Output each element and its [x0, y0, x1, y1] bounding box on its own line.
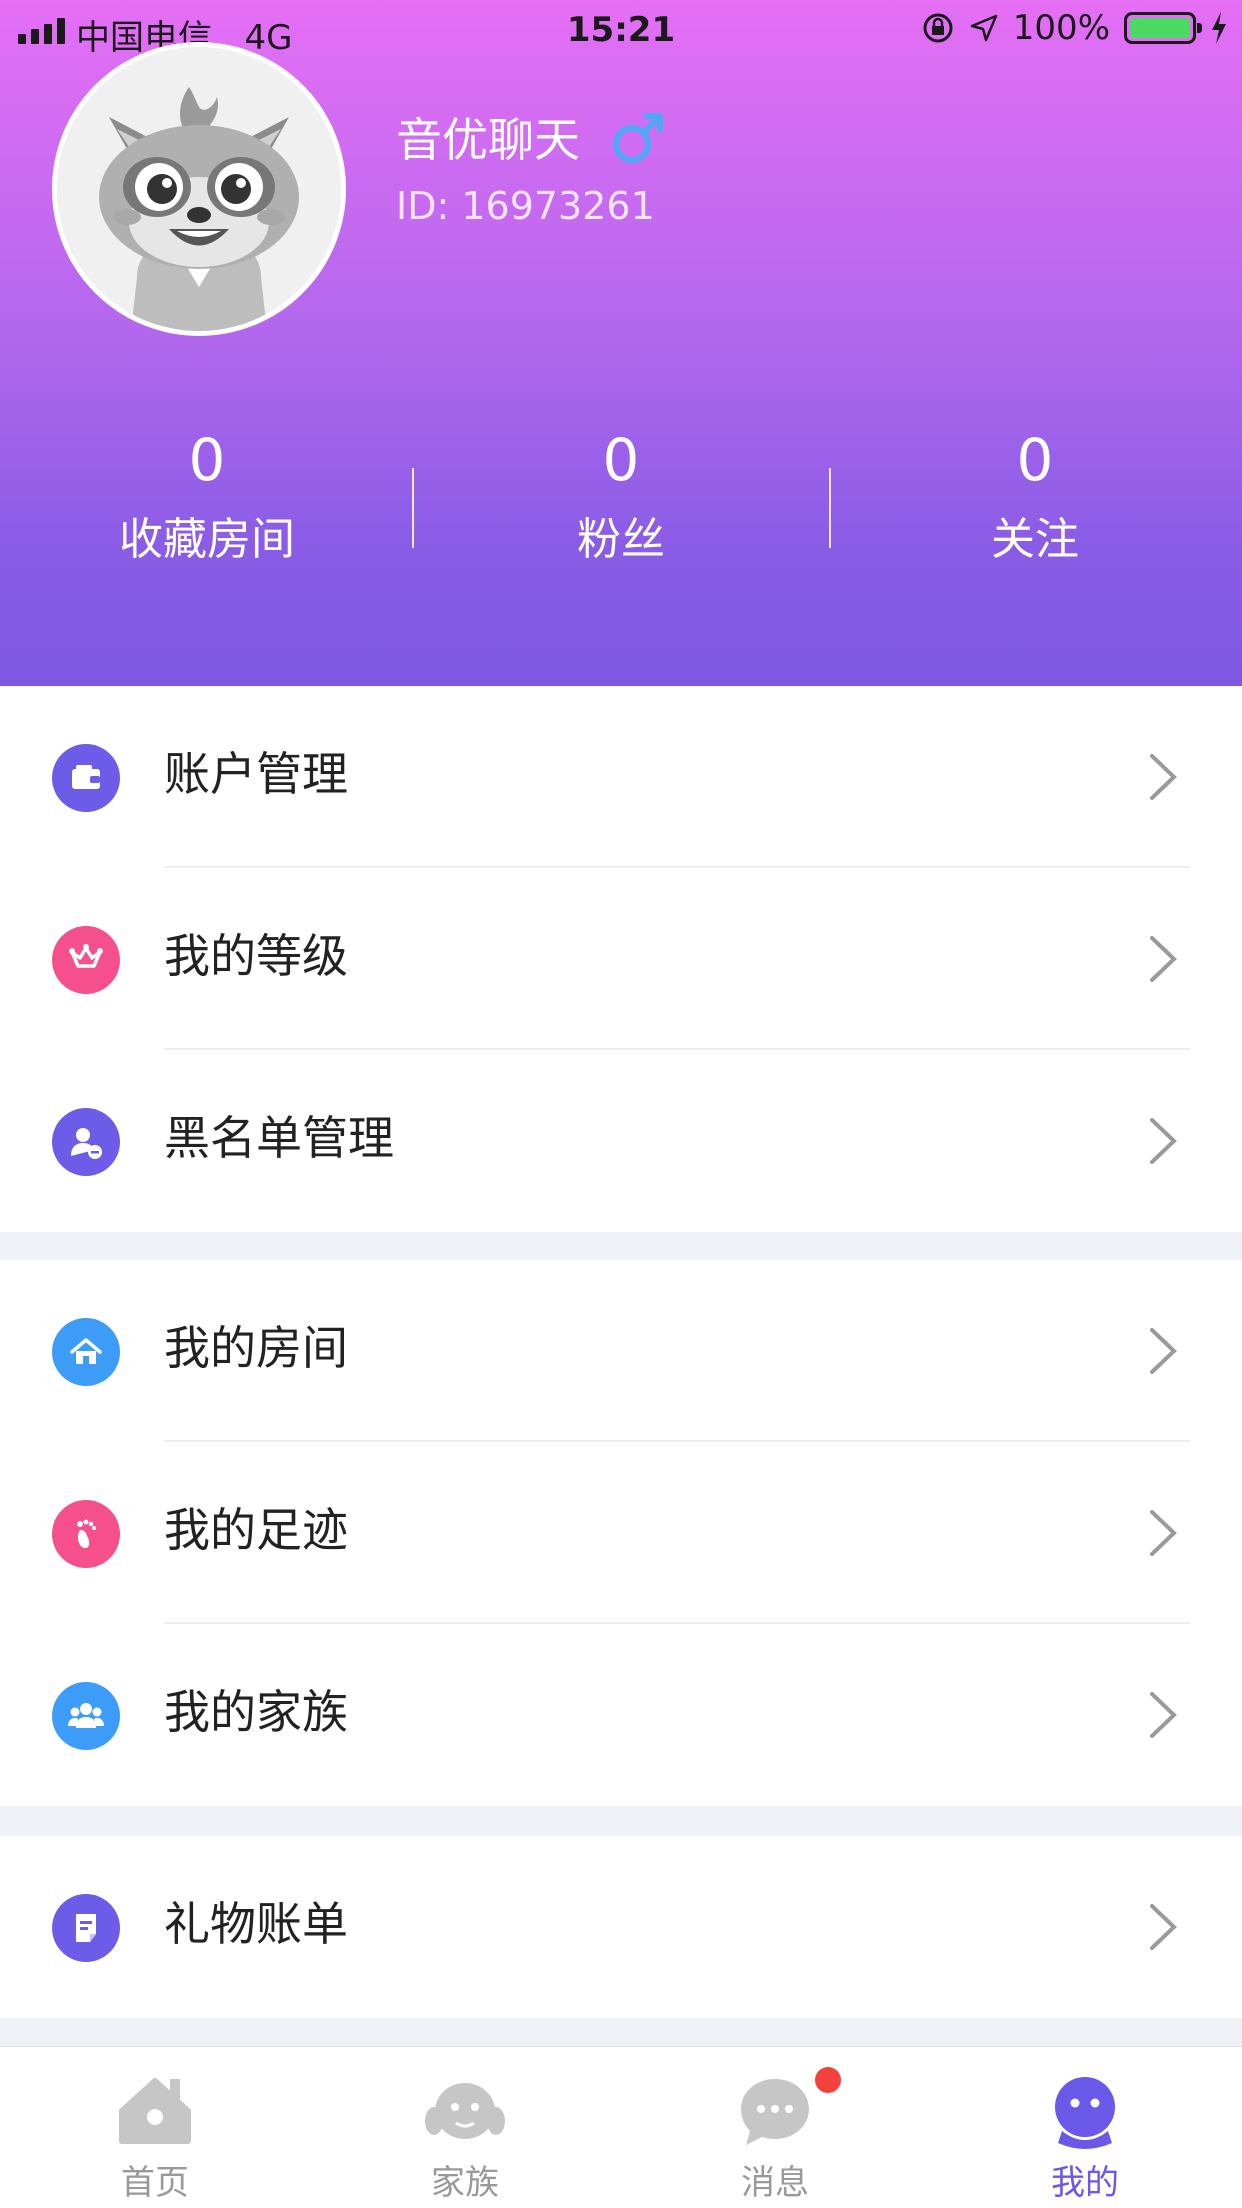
stat-value: 0 [188, 426, 226, 494]
menu-item-gift-bill[interactable]: 礼物账单 [0, 1836, 1242, 2018]
family-icon [52, 1682, 120, 1750]
tab-bar: 首页 家族 消息 我的 [0, 2046, 1242, 2208]
stat-favorite-rooms[interactable]: 0 收藏房间 [0, 420, 414, 580]
battery-percent: 100% [1012, 8, 1110, 48]
raccoon-avatar-icon [57, 47, 341, 331]
home-tab-icon [119, 2078, 191, 2144]
chevron-right-icon [1150, 1118, 1177, 1164]
menu-group-bills: 礼物账单 [0, 1836, 1242, 2018]
footprint-icon [52, 1500, 120, 1568]
tab-label: 首页 [121, 2163, 189, 2203]
bill-icon [52, 1894, 120, 1962]
charging-icon [1212, 12, 1226, 44]
menu-group-personal: 我的房间 我的足迹 我的家族 [0, 1260, 1242, 1806]
tab-me[interactable]: 我的 [930, 2047, 1240, 2208]
user-id: ID: 16973261 [396, 184, 655, 228]
menu-label: 我的家族 [164, 1685, 348, 1739]
menu-label: 我的房间 [164, 1321, 348, 1375]
stat-label: 收藏房间 [119, 514, 295, 565]
tab-label: 我的 [1051, 2163, 1119, 2203]
male-icon [613, 113, 663, 163]
chevron-right-icon [1150, 1510, 1177, 1556]
profile-header: 中国电信 4G 15:21 100% 音优聊天 ID: 16973261 0 收… [0, 0, 1242, 686]
home-icon [52, 1318, 120, 1386]
location-icon [970, 14, 998, 42]
tab-home[interactable]: 首页 [0, 2047, 310, 2208]
chevron-right-icon [1150, 1692, 1177, 1738]
chevron-right-icon [1150, 754, 1177, 800]
message-tab-icon [741, 2079, 809, 2145]
battery-icon [1124, 12, 1202, 44]
menu-item-my-room[interactable]: 我的房间 [0, 1260, 1242, 1442]
menu-item-my-level[interactable]: 我的等级 [0, 868, 1242, 1050]
menu-item-my-footprint[interactable]: 我的足迹 [0, 1442, 1242, 1624]
stat-value: 0 [1016, 426, 1054, 494]
avatar[interactable] [52, 42, 346, 336]
crown-icon [52, 926, 120, 994]
stat-value: 0 [602, 426, 640, 494]
tab-messages[interactable]: 消息 [620, 2047, 930, 2208]
stat-label: 关注 [991, 514, 1079, 565]
tab-family[interactable]: 家族 [310, 2047, 620, 2208]
tab-label: 消息 [741, 2163, 809, 2203]
wallet-icon [52, 744, 120, 812]
chevron-right-icon [1150, 1904, 1177, 1950]
menu-group-account: 账户管理 我的等级 黑名单管理 [0, 686, 1242, 1232]
username: 音优聊天 [396, 113, 580, 167]
block-user-icon [52, 1108, 120, 1176]
menu-label: 我的等级 [164, 929, 348, 983]
status-right: 100% [921, 8, 1228, 48]
menu-label: 账户管理 [164, 747, 348, 801]
chevron-right-icon [1150, 1328, 1177, 1374]
stat-fans[interactable]: 0 粉丝 [414, 420, 828, 580]
menu-label: 黑名单管理 [164, 1111, 394, 1165]
menu-label: 我的足迹 [164, 1503, 348, 1557]
stats-row: 0 收藏房间 0 粉丝 0 关注 [0, 420, 1242, 580]
me-tab-icon [1055, 2077, 1115, 2149]
menu-item-account-management[interactable]: 账户管理 [0, 686, 1242, 868]
tab-label: 家族 [431, 2163, 499, 2203]
unread-badge [815, 2067, 841, 2093]
stat-following[interactable]: 0 关注 [828, 420, 1242, 580]
chevron-right-icon [1150, 936, 1177, 982]
stat-label: 粉丝 [577, 514, 665, 565]
menu-item-my-family[interactable]: 我的家族 [0, 1624, 1242, 1806]
menu-label: 礼物账单 [164, 1897, 348, 1951]
family-tab-icon [425, 2083, 505, 2139]
rotation-lock-icon [923, 13, 953, 43]
menu-item-blacklist[interactable]: 黑名单管理 [0, 1050, 1242, 1232]
